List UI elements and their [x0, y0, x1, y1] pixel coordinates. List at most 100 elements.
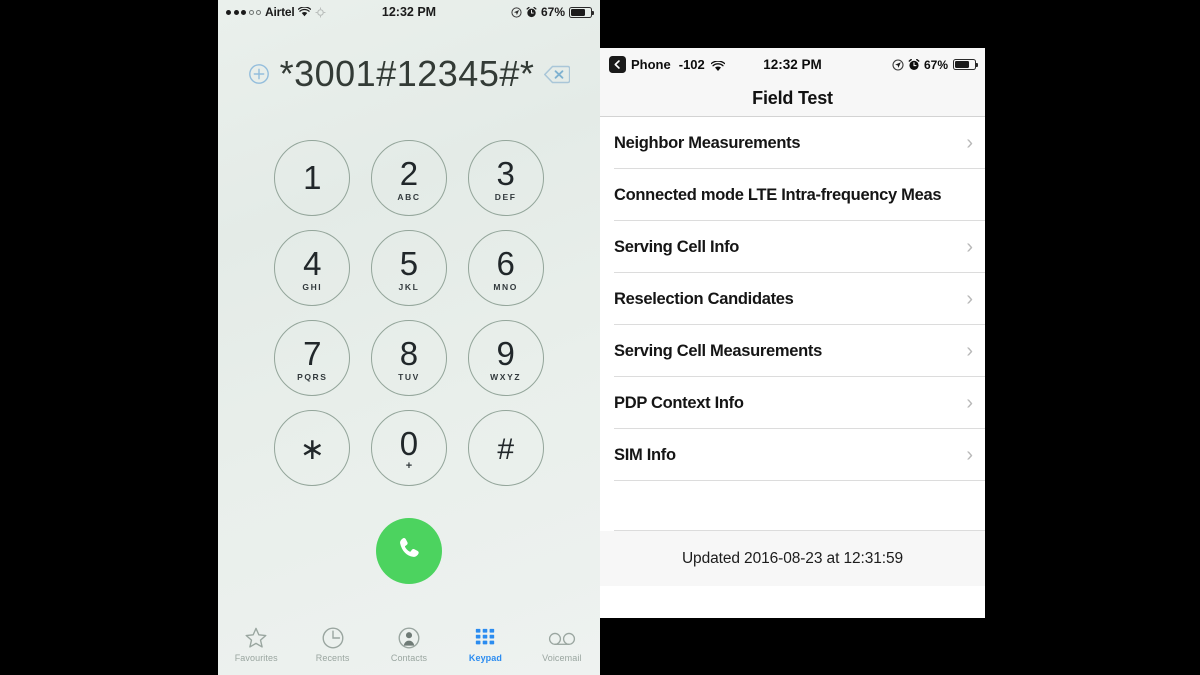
key-number: 4 — [303, 244, 322, 282]
keypad-dots-icon — [474, 625, 496, 651]
key-number: 0 — [399, 424, 419, 462]
menu-item-neighbor-measurements[interactable]: Neighbor Measurements › — [600, 117, 985, 169]
menu-item-serving-cell-info[interactable]: Serving Cell Info › — [600, 221, 985, 273]
tab-keypad[interactable]: Keypad — [447, 625, 523, 663]
key-7[interactable]: 7 PQRS — [274, 320, 351, 396]
key-letters: ABC — [397, 191, 421, 202]
key-number: 8 — [399, 334, 419, 372]
wifi-icon — [298, 6, 312, 17]
menu-item-pdp-context-info[interactable]: PDP Context Info › — [600, 377, 985, 429]
key-2[interactable]: 2 ABC — [370, 140, 447, 216]
menu-item-label: Neighbor Measurements — [614, 133, 801, 152]
key-letters: MNO — [493, 281, 518, 292]
key-star[interactable]: ∗ — [274, 410, 351, 486]
location-arrow-icon — [892, 59, 904, 71]
signal-dot-filled — [233, 9, 239, 15]
chevron-right-icon: › — [966, 288, 973, 310]
voicemail-icon — [548, 625, 576, 651]
key-number: 1 — [303, 159, 322, 196]
sync-icon — [315, 7, 326, 18]
key-number: 2 — [399, 154, 419, 192]
key-number: ∗ — [299, 432, 325, 466]
key-6[interactable]: 6 MNO — [467, 230, 544, 306]
key-letters: + — [405, 459, 413, 472]
tab-favourites[interactable]: Favourites — [218, 625, 294, 663]
key-8[interactable]: 8 TUV — [370, 320, 447, 396]
tab-label: Contacts — [390, 653, 428, 663]
dialed-number: *3001#12345#* — [279, 53, 535, 94]
key-number: 3 — [496, 154, 515, 192]
key-3[interactable]: 3 DEF — [467, 140, 544, 216]
menu-item-label: Connected mode LTE Intra-frequency Meas — [614, 185, 942, 204]
person-icon — [397, 625, 421, 651]
add-contact-icon[interactable] — [248, 63, 270, 85]
signal-dot-empty — [256, 9, 261, 15]
call-button[interactable] — [376, 518, 442, 584]
tab-label: Keypad — [468, 653, 502, 663]
menu-item-serving-cell-measurements[interactable]: Serving Cell Measurements › — [600, 325, 985, 377]
key-4[interactable]: 4 GHI — [274, 230, 351, 306]
wifi-icon — [710, 59, 726, 71]
tab-contacts[interactable]: Contacts — [371, 625, 447, 663]
chevron-right-icon: › — [966, 132, 973, 154]
signal-dot-filled — [226, 9, 231, 15]
signal-dbm-label: -102 — [678, 57, 705, 72]
key-number: # — [497, 432, 514, 466]
signal-dot-empty — [248, 9, 254, 15]
tab-label: Voicemail — [542, 653, 582, 663]
battery-percent-label: 67% — [923, 57, 948, 72]
signal-strength-dots — [226, 9, 261, 15]
menu-item-sim-info[interactable]: SIM Info › — [600, 429, 985, 481]
menu-item-reselection-candidates[interactable]: Reselection Candidates › — [600, 273, 985, 325]
key-letters: PQRS — [297, 371, 328, 382]
menu-item-connected-mode-lte[interactable]: Connected mode LTE Intra-frequency Meas … — [600, 169, 985, 221]
back-chevron-icon — [609, 56, 626, 73]
chevron-right-icon: › — [966, 340, 973, 362]
right-status-bar: Phone -102 12:32 PM 67% — [600, 48, 985, 81]
key-letters: JKL — [398, 281, 420, 292]
menu-item-label: Serving Cell Info — [614, 237, 740, 256]
page-title: Field Test — [752, 88, 833, 108]
status-right-group: 67% — [892, 57, 979, 72]
left-status-bar: Airtel 12:32 PM 67% — [218, 0, 600, 24]
key-0[interactable]: 0 + — [370, 410, 447, 486]
key-letters: WXYZ — [490, 371, 522, 382]
battery-icon — [569, 6, 595, 18]
field-test-screen: Phone -102 12:32 PM 67% Field Test Neigh… — [600, 48, 985, 618]
menu-item-label: PDP Context Info — [614, 393, 744, 412]
chevron-right-icon: › — [966, 236, 973, 258]
key-letters: TUV — [398, 371, 420, 382]
menu-item-label: Serving Cell Measurements — [614, 341, 822, 360]
key-letters: DEF — [494, 191, 517, 202]
back-to-phone-button[interactable]: Phone — [609, 56, 671, 73]
key-hash[interactable]: # — [467, 410, 544, 486]
delete-backspace-icon[interactable] — [543, 65, 571, 84]
key-9[interactable]: 9 WXYZ — [467, 320, 544, 396]
list-empty-row — [600, 481, 985, 531]
dial-display-row: *3001#12345#* — [218, 48, 600, 100]
chevron-right-icon: › — [966, 392, 973, 414]
dialer-tab-bar: Favourites Recents Contacts Keypad Voice… — [218, 621, 600, 675]
status-left-group: Airtel — [226, 5, 326, 19]
dial-keypad: 1 2 ABC 3 DEF 4 GHI 5 JKL 6 MNO 7 PQRS 8… — [218, 140, 600, 486]
key-number: 6 — [496, 244, 515, 282]
signal-dot-filled — [241, 9, 246, 15]
screenshot-stage: Airtel 12:32 PM 67% *3001#12345#* 1 2 AB… — [0, 0, 1200, 675]
phone-handset-icon — [394, 534, 424, 569]
alarm-clock-icon — [526, 6, 537, 18]
field-test-navbar: Field Test — [600, 81, 985, 117]
key-number: 9 — [496, 334, 515, 372]
back-label: Phone — [631, 57, 671, 72]
tab-recents[interactable]: Recents — [294, 625, 370, 663]
key-1[interactable]: 1 — [274, 140, 351, 216]
battery-icon — [953, 59, 979, 70]
tab-voicemail[interactable]: Voicemail — [524, 625, 600, 663]
field-test-menu-list: Neighbor Measurements › Connected mode L… — [600, 117, 985, 531]
tab-label: Recents — [315, 653, 350, 663]
key-5[interactable]: 5 JKL — [370, 230, 447, 306]
menu-item-label: SIM Info — [614, 445, 676, 464]
tab-label: Favourites — [234, 653, 278, 663]
alarm-clock-icon — [908, 58, 920, 70]
battery-percent-label: 67% — [540, 5, 565, 19]
key-letters: GHI — [302, 281, 323, 292]
